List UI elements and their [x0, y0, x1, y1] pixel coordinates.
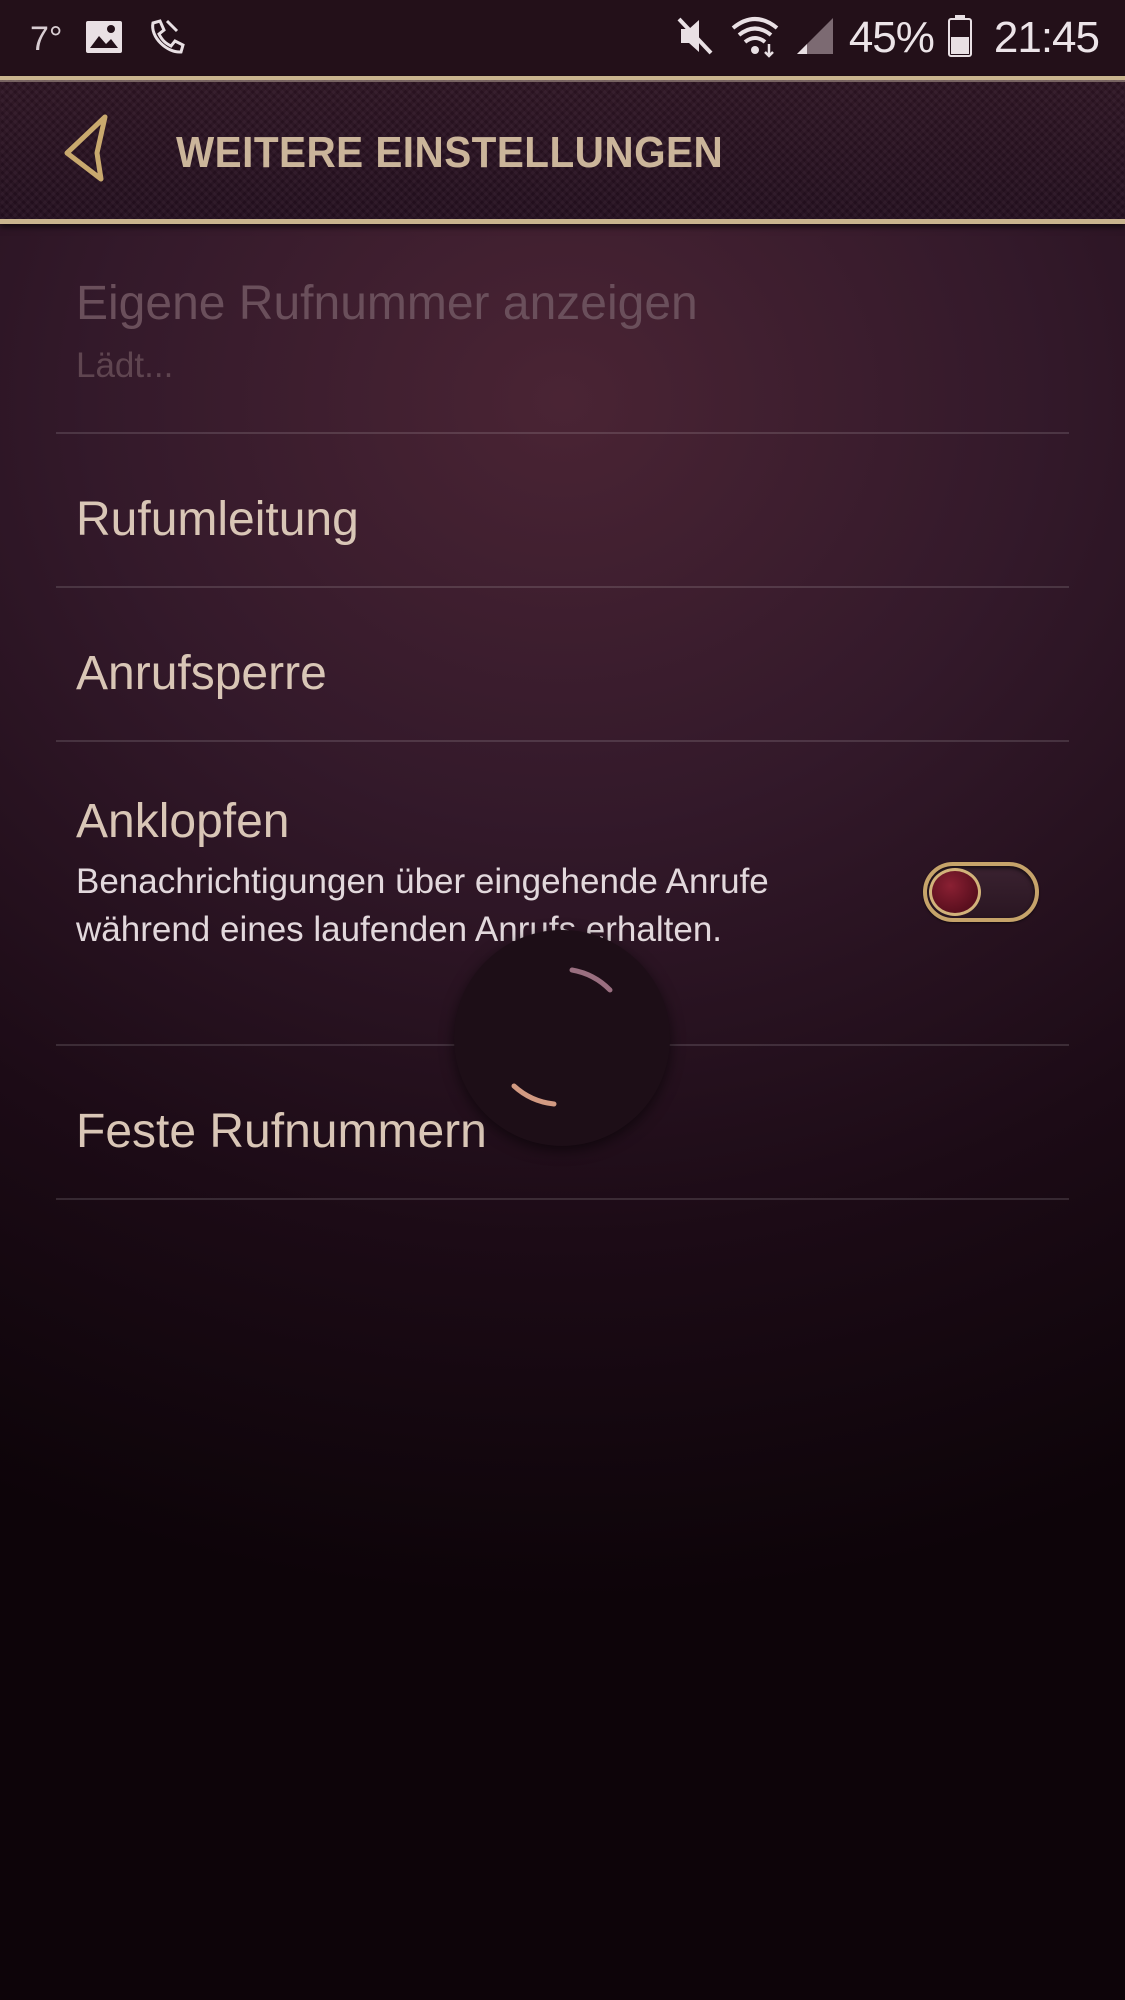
battery-icon — [947, 14, 972, 62]
list-item-call-barring[interactable]: Anrufsperre — [56, 588, 1069, 742]
back-button[interactable] — [52, 108, 120, 192]
signal-icon — [795, 16, 835, 61]
spinner-icon — [454, 967, 670, 1150]
mute-icon — [675, 15, 715, 62]
image-icon — [85, 20, 123, 59]
toggle-knob — [929, 868, 981, 916]
call-waiting-description: Benachrichtigungen über eingehende Anruf… — [76, 862, 769, 949]
own-number-title: Eigene Rufnummer anzeigen — [76, 277, 698, 330]
list-item-own-number[interactable]: Eigene Rufnummer anzeigen Lädt... — [56, 224, 1069, 434]
battery-percent: 45% — [848, 13, 935, 62]
status-bar: 7° 45% 21:45 — [0, 0, 1125, 76]
app-header: WEITERE EINSTELLUNGEN — [0, 76, 1125, 224]
fixed-numbers-title: Feste Rufnummern — [76, 1105, 487, 1158]
temperature: 7° — [30, 19, 63, 58]
list-item-call-forwarding[interactable]: Rufumleitung — [56, 434, 1069, 588]
call-forwarding-title: Rufumleitung — [76, 493, 359, 546]
clock: 21:45 — [993, 13, 1100, 62]
call-waiting-toggle[interactable] — [923, 862, 1039, 922]
call-settings-icon — [145, 17, 185, 62]
wifi-icon — [729, 14, 781, 63]
loading-spinner — [454, 930, 670, 1146]
call-barring-title: Anrufsperre — [76, 647, 327, 700]
page-title: WEITERE EINSTELLUNGEN — [176, 128, 724, 177]
own-number-status: Lädt... — [76, 346, 174, 385]
back-triangle-icon — [61, 113, 111, 188]
call-waiting-title: Anklopfen — [76, 795, 290, 848]
